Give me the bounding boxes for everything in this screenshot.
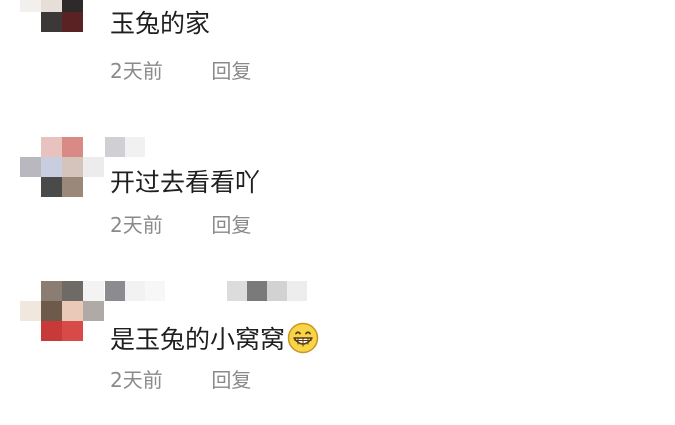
comment-text: 开过去看看吖: [110, 168, 261, 197]
comment-time: 2天前: [110, 213, 163, 237]
avatar[interactable]: [20, 137, 104, 197]
username-pixelated[interactable]: [105, 281, 315, 301]
username-pixelated[interactable]: [105, 137, 315, 157]
reply-button[interactable]: 回复: [211, 59, 251, 83]
comment-time: 2天前: [110, 59, 163, 83]
reply-button[interactable]: 回复: [211, 368, 251, 392]
avatar[interactable]: [20, 0, 102, 32]
reply-button[interactable]: 回复: [211, 213, 251, 237]
grinning-face-icon: [287, 322, 319, 361]
comment-text: 是玉兔的小窝窝: [110, 322, 319, 361]
comment-text: 玉兔的家: [110, 9, 211, 38]
comment-meta: 2天前 回复: [110, 59, 251, 83]
comment-time: 2天前: [110, 368, 163, 392]
comment-meta: 2天前 回复: [110, 368, 251, 392]
comment-meta: 2天前 回复: [110, 213, 251, 237]
avatar[interactable]: [20, 281, 104, 341]
comment-text-content: 是玉兔的小窝窝: [110, 325, 286, 354]
